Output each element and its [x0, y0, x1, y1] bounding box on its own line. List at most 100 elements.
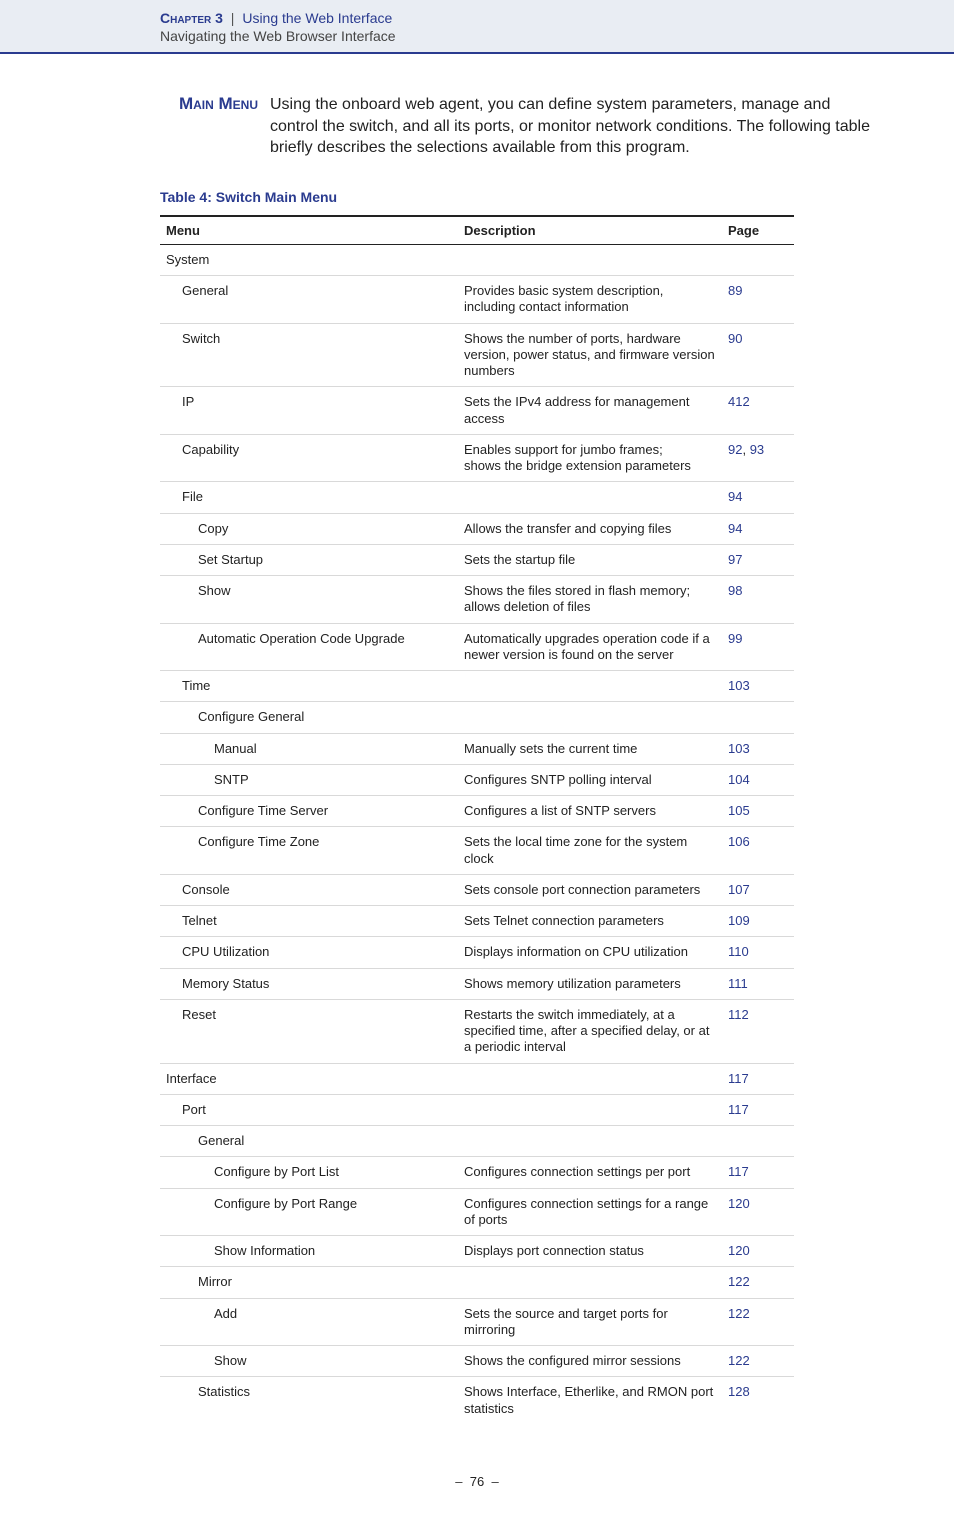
page-link[interactable]: 120 [728, 1243, 750, 1258]
menu-label: Manual [166, 741, 257, 757]
page-link[interactable]: 117 [728, 1102, 749, 1117]
page-link[interactable]: 111 [728, 976, 748, 991]
menu-label: Add [166, 1306, 237, 1322]
page-link[interactable]: 94 [728, 489, 742, 504]
page-link[interactable]: 106 [728, 834, 750, 849]
table-row: General [160, 1126, 794, 1157]
table-row: SwitchShows the number of ports, hardwar… [160, 323, 794, 387]
page-link[interactable]: 120 [728, 1196, 750, 1211]
description-cell: Displays information on CPU utilization [458, 937, 722, 968]
description-cell [458, 1267, 722, 1298]
page-cell: 112 [722, 999, 794, 1063]
page-cell: 109 [722, 906, 794, 937]
menu-cell: Capability [160, 434, 458, 482]
page-link[interactable]: 99 [728, 631, 742, 646]
menu-cell: Show [160, 576, 458, 624]
description-cell: Allows the transfer and copying files [458, 513, 722, 544]
table-row: Port 117 [160, 1094, 794, 1125]
page-link[interactable]: 112 [728, 1007, 749, 1022]
menu-cell: System [160, 244, 458, 275]
chapter-subtitle: Navigating the Web Browser Interface [160, 28, 874, 44]
table-row: Capability Enables support for jumbo fram… [160, 434, 794, 482]
page-link[interactable]: 117 [728, 1071, 749, 1086]
page-link[interactable]: 92 [728, 442, 742, 457]
description-cell [458, 1094, 722, 1125]
menu-cell: Configure by Port Range [160, 1188, 458, 1236]
menu-label: Capability [166, 442, 239, 458]
page-link[interactable]: 128 [728, 1384, 750, 1399]
page-link[interactable]: 93 [750, 442, 764, 457]
menu-label: Configure by Port Range [166, 1196, 357, 1212]
menu-label: Statistics [166, 1384, 250, 1400]
table-row: ShowShows the files stored in flash memo… [160, 576, 794, 624]
description-cell: Sets the local time zone for the system … [458, 827, 722, 875]
menu-cell: Statistics [160, 1377, 458, 1424]
page-link[interactable]: 122 [728, 1306, 750, 1321]
table-row: Mirror 122 [160, 1267, 794, 1298]
page-link[interactable]: 98 [728, 583, 742, 598]
description-cell: Shows memory utilization parameters [458, 968, 722, 999]
page-link[interactable]: 103 [728, 678, 750, 693]
section-intro-text: Using the onboard web agent, you can def… [270, 94, 874, 159]
menu-cell: Port [160, 1094, 458, 1125]
page-link[interactable]: 105 [728, 803, 750, 818]
footer-page-number: 76 [470, 1474, 484, 1489]
description-cell: Enables support for jumbo frames;shows t… [458, 434, 722, 482]
page-link[interactable]: 94 [728, 521, 742, 536]
table-row: Configure Time ZoneSets the local time z… [160, 827, 794, 875]
page-link[interactable]: 97 [728, 552, 742, 567]
menu-cell: File [160, 482, 458, 513]
page-link[interactable]: 109 [728, 913, 750, 928]
page-link[interactable]: 122 [728, 1353, 750, 1368]
description-cell: Provides basic system description, inclu… [458, 276, 722, 324]
menu-label: Reset [166, 1007, 216, 1023]
page-link[interactable]: 104 [728, 772, 750, 787]
menu-label: Mirror [166, 1274, 232, 1290]
table-row: ManualManually sets the current time103 [160, 733, 794, 764]
page-link[interactable]: 90 [728, 331, 742, 346]
page-link[interactable]: 117 [728, 1164, 749, 1179]
table-row: Time 103 [160, 671, 794, 702]
menu-cell: Set Startup [160, 544, 458, 575]
page-cell: 103 [722, 733, 794, 764]
description-cell: Automatically upgrades operation code if… [458, 623, 722, 671]
menu-label: Set Startup [166, 552, 263, 568]
page-link[interactable]: 89 [728, 283, 742, 298]
menu-cell: Time [160, 671, 458, 702]
table-row: IPSets the IPv4 address for management a… [160, 387, 794, 435]
description-cell: Shows the files stored in flash memory; … [458, 576, 722, 624]
page-link[interactable]: 107 [728, 882, 750, 897]
menu-cell: Show [160, 1346, 458, 1377]
page-cell: 120 [722, 1236, 794, 1267]
table-row: ShowShows the configured mirror sessions… [160, 1346, 794, 1377]
page-link[interactable]: 110 [728, 944, 749, 959]
page-link[interactable]: 412 [728, 394, 750, 409]
table-row: Set StartupSets the startup file97 [160, 544, 794, 575]
menu-label: Telnet [166, 913, 217, 929]
page-link[interactable]: 122 [728, 1274, 750, 1289]
section-label: Main Menu [80, 94, 270, 114]
menu-label: Show Information [166, 1243, 315, 1259]
description-cell: Sets the IPv4 address for management acc… [458, 387, 722, 435]
menu-cell: Configure by Port List [160, 1157, 458, 1188]
description-cell [458, 1126, 722, 1157]
description-cell: Sets console port connection parameters [458, 874, 722, 905]
menu-label: Show [166, 1353, 247, 1369]
menu-cell: Configure Time Zone [160, 827, 458, 875]
description-cell [458, 482, 722, 513]
menu-cell: Copy [160, 513, 458, 544]
menu-cell: Configure Time Server [160, 796, 458, 827]
page-cell [722, 244, 794, 275]
page-cell: 94 [722, 513, 794, 544]
table-header-description: Description [458, 216, 722, 245]
chapter-title: Using the Web Interface [242, 10, 392, 26]
table-row: TelnetSets Telnet connection parameters1… [160, 906, 794, 937]
table-row: Configure by Port RangeConfigures connec… [160, 1188, 794, 1236]
menu-label: Time [166, 678, 210, 694]
menu-label: System [166, 252, 209, 268]
menu-label: SNTP [166, 772, 249, 788]
menu-cell: CPU Utilization [160, 937, 458, 968]
page-link[interactable]: 103 [728, 741, 750, 756]
table-row: ResetRestarts the switch immediately, at… [160, 999, 794, 1063]
table-row: Show InformationDisplays port connection… [160, 1236, 794, 1267]
